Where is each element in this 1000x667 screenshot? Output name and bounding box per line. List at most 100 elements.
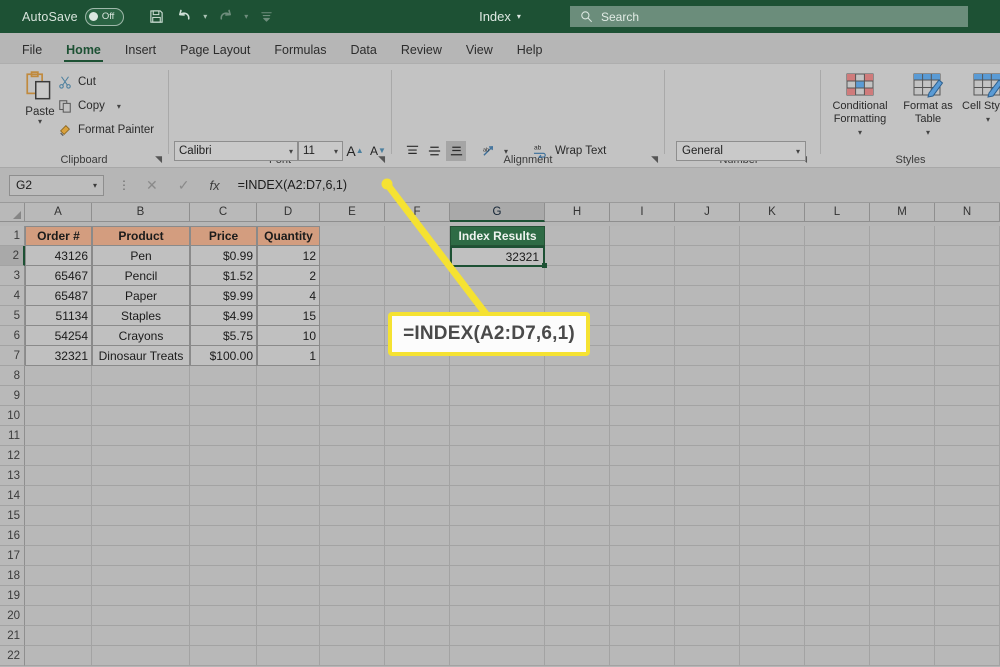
grid-cell[interactable] [870, 606, 935, 626]
grid-cell[interactable] [870, 506, 935, 526]
cell-b5[interactable]: Staples [92, 306, 190, 326]
grid-cell[interactable] [320, 246, 385, 266]
cell-c1[interactable]: Price [190, 226, 257, 246]
save-icon[interactable] [144, 5, 170, 29]
grid-cell[interactable] [610, 526, 675, 546]
grid-cell[interactable] [610, 326, 675, 346]
grid-cell[interactable] [870, 586, 935, 606]
row-header-16[interactable]: 16 [0, 526, 25, 546]
grid-cell[interactable] [320, 286, 385, 306]
grid-cell[interactable] [320, 326, 385, 346]
grid-cell[interactable] [870, 346, 935, 366]
grid-cell[interactable] [610, 466, 675, 486]
grid-cell[interactable] [385, 506, 450, 526]
tab-help[interactable]: Help [505, 36, 555, 63]
grid-cell[interactable] [740, 546, 805, 566]
cell-a4[interactable]: 65487 [25, 286, 92, 306]
column-header-i[interactable]: I [610, 203, 675, 222]
grid-cell[interactable] [320, 226, 385, 246]
tab-data[interactable]: Data [338, 36, 388, 63]
grid-cell[interactable] [675, 226, 740, 246]
document-title[interactable]: Index ▾ [479, 9, 521, 24]
grid-cell[interactable] [610, 386, 675, 406]
row-header-11[interactable]: 11 [0, 426, 25, 446]
redo-dropdown-icon[interactable]: ▾ [241, 12, 252, 21]
grid-cell[interactable] [92, 506, 190, 526]
grid-cell[interactable] [25, 426, 92, 446]
grid-cell[interactable] [92, 546, 190, 566]
column-header-c[interactable]: C [190, 203, 257, 222]
row-header-3[interactable]: 3 [0, 266, 25, 286]
grid-cell[interactable] [805, 426, 870, 446]
grid-cell[interactable] [740, 526, 805, 546]
grid-cell[interactable] [545, 386, 610, 406]
grid-cell[interactable] [92, 526, 190, 546]
grid-cell[interactable] [545, 426, 610, 446]
clipboard-dialog-launcher-icon[interactable]: ◥ [155, 154, 162, 165]
grid-cell[interactable] [545, 246, 610, 266]
grid-cell[interactable] [870, 546, 935, 566]
grid-cell[interactable] [450, 586, 545, 606]
grid-cell[interactable] [450, 606, 545, 626]
grid-cell[interactable] [190, 466, 257, 486]
grid-cell[interactable] [935, 406, 1000, 426]
tab-insert[interactable]: Insert [113, 36, 168, 63]
format-as-table-button[interactable]: Format as Table ▾ [895, 72, 961, 139]
grid-cell[interactable] [450, 466, 545, 486]
grid-cell[interactable] [545, 646, 610, 666]
alignment-dialog-launcher-icon[interactable]: ◥ [651, 154, 658, 165]
grid-cell[interactable] [545, 406, 610, 426]
paste-dropdown-icon[interactable]: ▾ [38, 118, 42, 126]
grid-cell[interactable] [935, 226, 1000, 246]
grid-cell[interactable] [385, 486, 450, 506]
grid-cell[interactable] [385, 446, 450, 466]
grid-cell[interactable] [545, 586, 610, 606]
cancel-icon[interactable]: ✕ [146, 177, 158, 194]
cell-c4[interactable]: $9.99 [190, 286, 257, 306]
grid-cell[interactable] [92, 446, 190, 466]
grid-cell[interactable] [740, 306, 805, 326]
column-header-e[interactable]: E [320, 203, 385, 222]
name-box[interactable]: G2 ▾ [9, 174, 104, 196]
row-header-6[interactable]: 6 [0, 326, 25, 346]
grid-cell[interactable] [675, 566, 740, 586]
column-header-n[interactable]: N [935, 203, 1000, 222]
grid-cell[interactable] [545, 486, 610, 506]
copy-dropdown-icon[interactable]: ▾ [117, 102, 121, 111]
cell-d6[interactable]: 10 [257, 326, 320, 346]
row-header-5[interactable]: 5 [0, 306, 25, 326]
grid-cell[interactable] [610, 286, 675, 306]
grid-cell[interactable] [385, 386, 450, 406]
grid-cell[interactable] [935, 366, 1000, 386]
grid-cell[interactable] [740, 446, 805, 466]
grid-cell[interactable] [25, 366, 92, 386]
grid-cell[interactable] [675, 526, 740, 546]
worksheet-grid[interactable]: A B C D E F G H I J K L M N 1 2 3 4 5 6 … [0, 203, 1000, 667]
grid-cell[interactable] [25, 566, 92, 586]
grid-cell[interactable] [385, 526, 450, 546]
tab-formulas[interactable]: Formulas [262, 36, 338, 63]
grid-cell[interactable] [92, 586, 190, 606]
grid-cell[interactable] [675, 306, 740, 326]
column-header-a[interactable]: A [25, 203, 92, 222]
column-header-m[interactable]: M [870, 203, 935, 222]
column-header-f[interactable]: F [385, 203, 450, 222]
grid-cell[interactable] [25, 646, 92, 666]
grid-cell[interactable] [257, 626, 320, 646]
grid-cell[interactable] [450, 266, 545, 286]
increase-font-size-button[interactable]: A ▲ [345, 140, 365, 161]
row-header-10[interactable]: 10 [0, 406, 25, 426]
grid-cell[interactable] [935, 326, 1000, 346]
decrease-font-size-button[interactable]: A ▼ [368, 140, 388, 161]
grid-cell[interactable] [25, 386, 92, 406]
grid-cell[interactable] [385, 366, 450, 386]
grid-cell[interactable] [25, 506, 92, 526]
grid-cell[interactable] [870, 366, 935, 386]
grid-cell[interactable] [92, 386, 190, 406]
grid-cell[interactable] [935, 646, 1000, 666]
grid-cell[interactable] [935, 606, 1000, 626]
document-title-dropdown-icon[interactable]: ▾ [517, 12, 521, 21]
cell-d4[interactable]: 4 [257, 286, 320, 306]
grid-cell[interactable] [25, 486, 92, 506]
row-header-14[interactable]: 14 [0, 486, 25, 506]
